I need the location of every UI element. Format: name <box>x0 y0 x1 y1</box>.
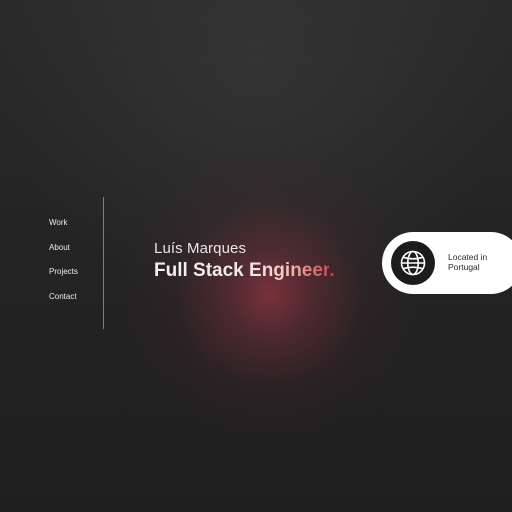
location-label: Located in <box>448 252 488 262</box>
nav-item-projects[interactable]: Projects <box>49 267 78 277</box>
globe-icon <box>400 250 426 276</box>
nav-item-work[interactable]: Work <box>49 218 78 228</box>
globe-icon-container <box>391 241 435 285</box>
location-text: Located in Portugal <box>448 252 508 272</box>
nav-item-contact[interactable]: Contact <box>49 292 78 302</box>
hero-role-dot: . <box>329 260 335 281</box>
nav-divider <box>103 197 104 329</box>
nav-list: Work About Projects Contact <box>49 218 78 316</box>
hero-role: Full Stack Engineer. <box>154 259 335 283</box>
location-badge[interactable]: Located in Portugal <box>382 232 512 294</box>
location-country: Portugal <box>448 262 480 272</box>
hero-role-text: Full Stack Engineer <box>154 260 330 281</box>
nav-item-about[interactable]: About <box>49 243 78 253</box>
hero-name: Luís Marques <box>154 240 247 257</box>
